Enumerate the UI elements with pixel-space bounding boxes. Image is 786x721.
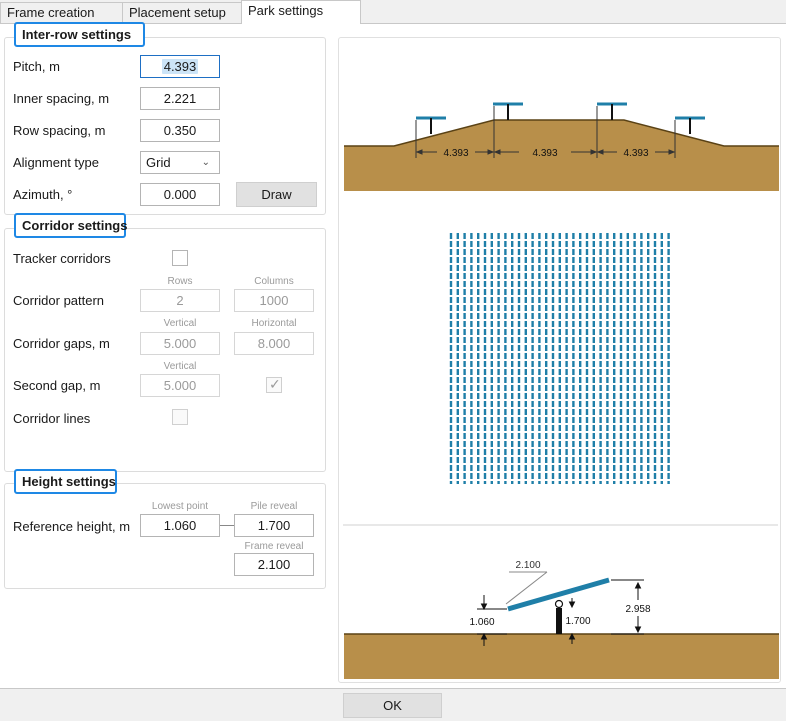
second-gap-input[interactable]: 5.000 bbox=[140, 374, 220, 397]
alignment-type-select[interactable]: Grid ⌄ bbox=[140, 151, 220, 174]
tracker-profile-2 bbox=[493, 102, 523, 120]
lowest-point-sublabel: Lowest point bbox=[151, 501, 209, 512]
preview-drawing: 4.393 4.393 4.393 2.100 1.060 1.700 2.95… bbox=[343, 102, 779, 679]
frame-reveal-input[interactable]: 2.100 bbox=[234, 553, 314, 576]
tracker-corridors-label: Tracker corridors bbox=[13, 251, 111, 266]
reference-height-label: Reference height, m bbox=[13, 519, 131, 534]
tracker-corridors-checkbox[interactable] bbox=[172, 250, 188, 266]
corridor-gap-horizontal-input[interactable]: 8.000 bbox=[234, 332, 314, 355]
lowest-point-input[interactable]: 1.060 bbox=[140, 514, 220, 537]
tab-park-settings[interactable]: Park settings bbox=[241, 0, 361, 24]
tracker-pile bbox=[556, 608, 562, 634]
inter-row-settings-title: Inter-row settings bbox=[14, 22, 145, 47]
tracker-side-view: 2.100 1.060 1.700 2.958 bbox=[344, 560, 779, 679]
corridor-gap-vertical-input[interactable]: 5.000 bbox=[140, 332, 220, 355]
vertical-sublabel: Vertical bbox=[163, 318, 197, 329]
chevron-down-icon: ⌄ bbox=[201, 157, 210, 168]
terrain-profile-view: 4.393 4.393 4.393 bbox=[344, 102, 779, 191]
row-spacing-input[interactable]: 0.350 bbox=[140, 119, 220, 142]
pitch-input[interactable]: 4.393 bbox=[140, 55, 220, 78]
tracker-profile-3 bbox=[597, 102, 627, 120]
corridor-pattern-label: Corridor pattern bbox=[13, 293, 105, 308]
corridor-settings-title: Corridor settings bbox=[14, 213, 127, 238]
draw-button[interactable]: Draw bbox=[236, 182, 317, 207]
second-vertical-sublabel: Vertical bbox=[163, 361, 197, 372]
ok-button[interactable]: OK bbox=[343, 693, 442, 718]
height-connector-line bbox=[220, 525, 234, 526]
tracker-layout-view bbox=[449, 233, 670, 484]
corridor-lines-label: Corridor lines bbox=[13, 411, 91, 426]
horizontal-sublabel: Horizontal bbox=[251, 318, 297, 329]
height-settings-title: Height settings bbox=[14, 469, 117, 494]
corridor-rows-input[interactable]: 2 bbox=[140, 289, 220, 312]
inner-spacing-input[interactable]: 2.221 bbox=[140, 87, 220, 110]
corridor-lines-checkbox[interactable] bbox=[172, 409, 188, 425]
tab-placement-setup[interactable]: Placement setup bbox=[122, 2, 242, 23]
tracker-profile-4 bbox=[675, 116, 705, 134]
frame-dim-label: 2.100 bbox=[515, 560, 540, 571]
side-ground bbox=[344, 634, 779, 679]
lowest-dim-label: 1.060 bbox=[469, 617, 494, 628]
pitch-dim-label-1: 4.393 bbox=[443, 148, 468, 159]
frame-reveal-sublabel: Frame reveal bbox=[244, 541, 304, 552]
pitch-dim-label-2: 4.393 bbox=[532, 148, 557, 159]
tracker-pivot bbox=[554, 599, 564, 609]
tracker-profile-1 bbox=[416, 116, 446, 134]
tab-frame-creation[interactable]: Frame creation bbox=[0, 2, 123, 23]
checkmark-icon: ✓ bbox=[269, 376, 281, 392]
second-gap-label: Second gap, m bbox=[13, 378, 101, 393]
inner-spacing-label: Inner spacing, m bbox=[13, 91, 110, 106]
row-spacing-label: Row spacing, m bbox=[13, 123, 106, 138]
tab-bar: Frame creation Placement setup Park sett… bbox=[0, 0, 786, 24]
pile-dim-label: 1.700 bbox=[565, 616, 590, 627]
pitch-dim-label-3: 4.393 bbox=[623, 148, 648, 159]
pitch-label: Pitch, m bbox=[13, 59, 60, 74]
terrain-ground bbox=[344, 120, 779, 191]
pile-reveal-input[interactable]: 1.700 bbox=[234, 514, 314, 537]
pile-reveal-sublabel: Pile reveal bbox=[250, 501, 298, 512]
second-gap-checkbox[interactable]: ✓ bbox=[266, 376, 282, 393]
corridor-gaps-label: Corridor gaps, m bbox=[13, 336, 110, 351]
corridor-columns-input[interactable]: 1000 bbox=[234, 289, 314, 312]
total-dim-label: 2.958 bbox=[625, 604, 650, 615]
azimuth-label: Azimuth, ° bbox=[13, 187, 73, 202]
columns-sublabel: Columns bbox=[254, 276, 294, 287]
alignment-type-label: Alignment type bbox=[13, 155, 99, 170]
preview-panel: 4.393 4.393 4.393 2.100 1.060 1.700 2.95… bbox=[338, 37, 781, 683]
rows-sublabel: Rows bbox=[167, 276, 193, 287]
azimuth-input[interactable]: 0.000 bbox=[140, 183, 220, 206]
